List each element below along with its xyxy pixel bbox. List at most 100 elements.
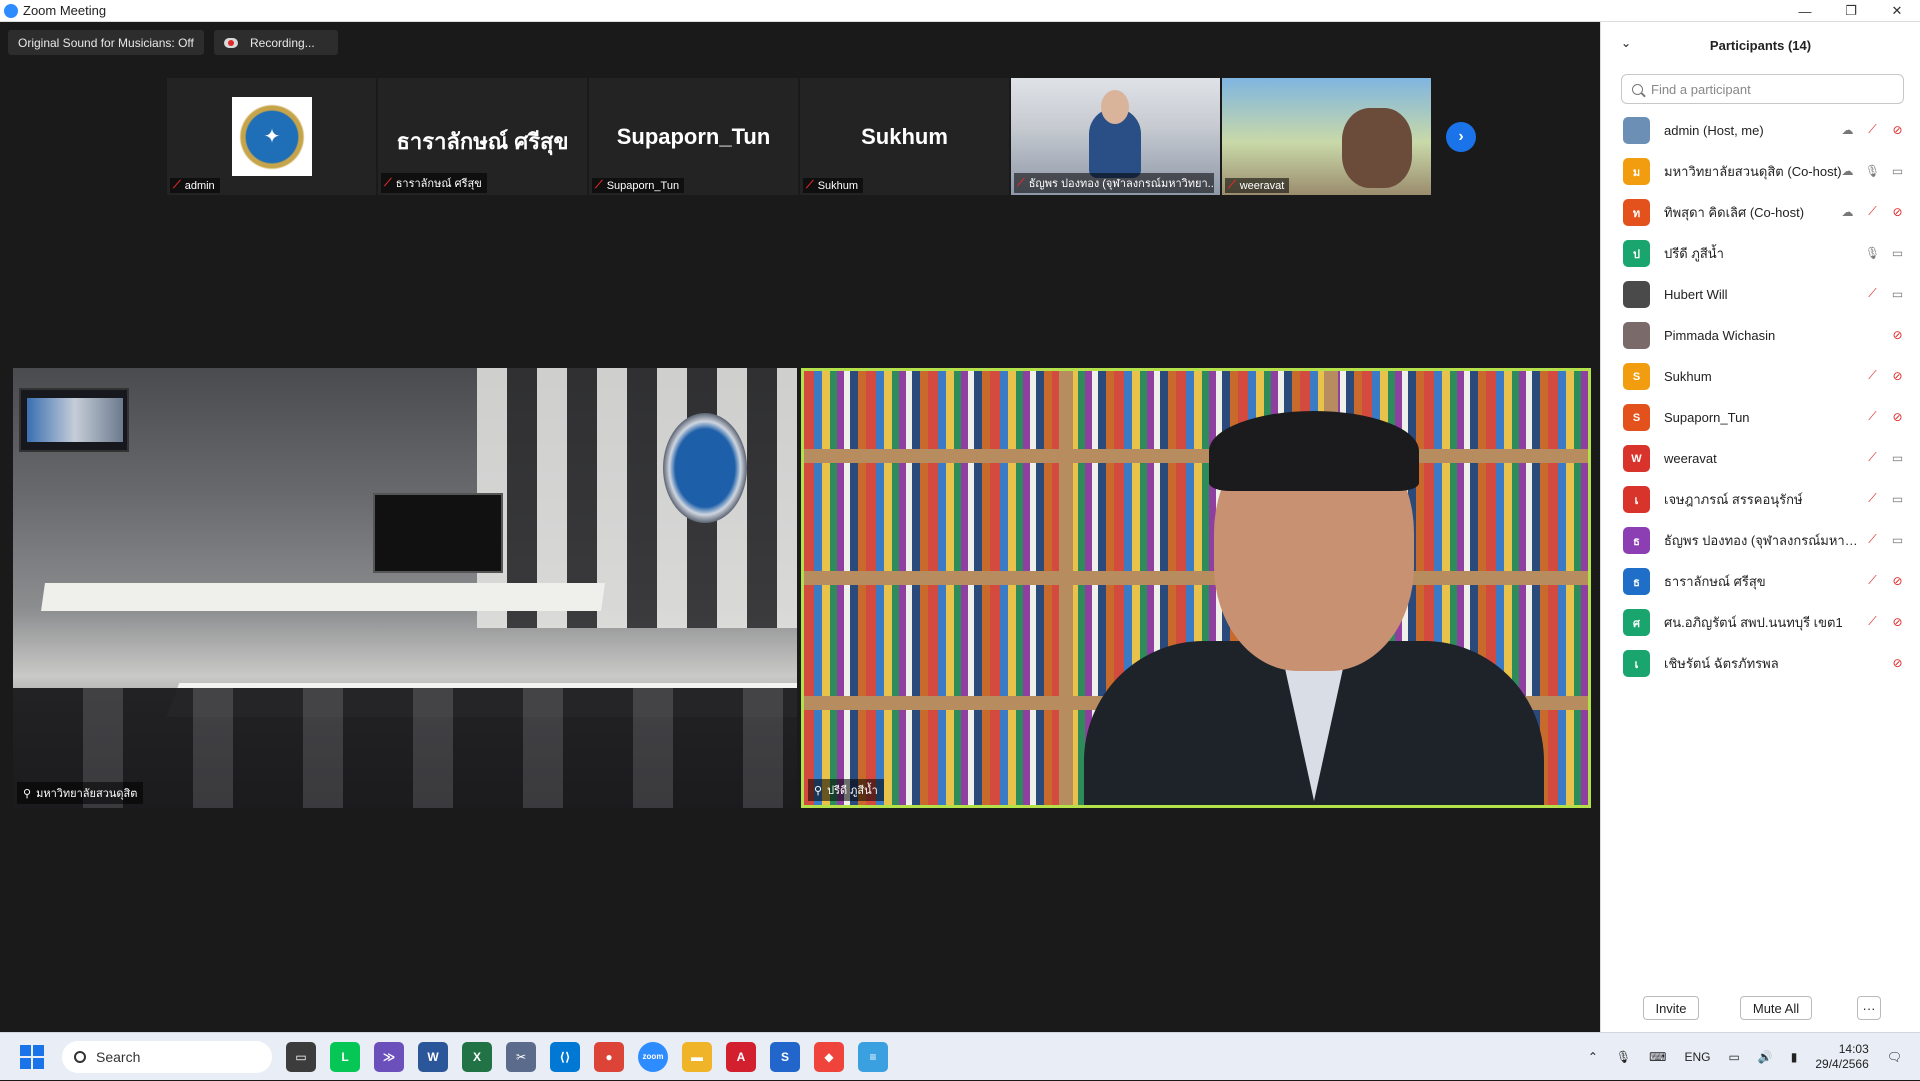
participant-row[interactable]: ศศน.อภิญรัตน์ สพป.นนทบุรี เขต1☁⟋⊘: [1601, 602, 1920, 643]
participants-panel: ⌄ Participants (14) Find a participant a…: [1600, 22, 1920, 1032]
speaker-figure: [1084, 401, 1544, 805]
zoom-icon[interactable]: zoom: [638, 1041, 668, 1072]
start-button[interactable]: [20, 1044, 44, 1069]
camera-icon[interactable]: ▭: [1889, 532, 1906, 547]
mic-muted-icon: ⟋: [595, 179, 603, 191]
strip-tile[interactable]: ⟋ weeravat: [1222, 78, 1431, 195]
minimize-button[interactable]: —: [1782, 0, 1828, 22]
mic-muted-icon[interactable]: ⟋: [1864, 450, 1881, 465]
mic-icon[interactable]: 🎙: [1864, 163, 1881, 178]
participant-row[interactable]: SSupaporn_Tun☁⟋⊘: [1601, 397, 1920, 438]
video-name: มหาวิทยาลัยสวนดุสิต: [36, 788, 138, 800]
task-view-icon[interactable]: ▭: [286, 1041, 316, 1072]
video-person-head: [1101, 90, 1129, 124]
strip-tile[interactable]: ธาราลักษณ์ ศรีสุข ⟋ ธาราลักษณ์ ศรีสุข: [378, 78, 587, 195]
anydesk-icon[interactable]: ◆: [814, 1041, 844, 1072]
participant-row[interactable]: ธธาราลักษณ์ ศรีสุข☁⟋⊘: [1601, 561, 1920, 602]
tile-display-name: ธาราลักษณ์ ศรีสุข: [396, 129, 569, 154]
notification-icon[interactable]: 🗨: [1887, 1050, 1902, 1064]
original-sound-button[interactable]: Original Sound for Musicians: Off: [8, 30, 204, 55]
keyboard-icon[interactable]: ⌨: [1649, 1050, 1666, 1064]
microphone-icon[interactable]: 🎙: [1616, 1050, 1631, 1064]
tile-display-name: Sukhum: [861, 124, 948, 149]
camera-icon[interactable]: ▭: [1889, 491, 1906, 506]
mic-muted-icon[interactable]: ⟋: [1864, 286, 1881, 301]
acrobat-icon[interactable]: A: [726, 1041, 756, 1072]
strip-tile[interactable]: Supaporn_Tun ⟋ Supaporn_Tun: [589, 78, 798, 195]
participant-row[interactable]: เเจษฎาภรณ์ สรรคอนุรักษ์☁⟋▭: [1601, 479, 1920, 520]
camera-icon[interactable]: ▭: [1889, 450, 1906, 465]
word-icon[interactable]: W: [418, 1041, 448, 1072]
camera-off-icon[interactable]: ⊘: [1889, 655, 1906, 670]
avatar: ธ: [1623, 568, 1650, 595]
recording-indicator[interactable]: Recording...: [214, 30, 338, 55]
participant-row[interactable]: SSukhum☁⟋⊘: [1601, 356, 1920, 397]
camera-off-icon[interactable]: ⊘: [1889, 409, 1906, 424]
battery-icon[interactable]: ▮: [1791, 1050, 1798, 1064]
mute-all-button[interactable]: Mute All: [1740, 996, 1812, 1020]
vscode-icon[interactable]: ⟨⟩: [550, 1041, 580, 1072]
display-icon[interactable]: ▭: [1728, 1050, 1739, 1064]
chevron-up-icon[interactable]: ⌃: [1588, 1050, 1598, 1064]
invite-button[interactable]: Invite: [1643, 996, 1699, 1020]
camera-off-icon[interactable]: ⊘: [1889, 122, 1906, 137]
excel-icon[interactable]: X: [462, 1041, 492, 1072]
camera-off-icon[interactable]: ⊘: [1889, 368, 1906, 383]
mic-icon[interactable]: 🎙: [1864, 245, 1881, 260]
notepad-icon[interactable]: ≡: [858, 1041, 888, 1072]
taskbar-search[interactable]: Search: [62, 1040, 272, 1073]
strip-tile[interactable]: ⟋ ธัญพร ปองทอง (จุฬาลงกรณ์มหาวิทยา...: [1011, 78, 1220, 195]
app-purple-icon[interactable]: ≫: [374, 1041, 404, 1072]
clock[interactable]: 14:03 29/4/2566: [1815, 1042, 1868, 1072]
recording-cloud-icon: ☁: [1841, 204, 1854, 219]
mic-muted-icon[interactable]: ⟋: [1864, 532, 1881, 547]
line-icon[interactable]: L: [330, 1041, 360, 1072]
camera-icon[interactable]: ▭: [1889, 245, 1906, 260]
video-tile-active-speaker[interactable]: ⚲ ปรีดี ภูสีน้ำ: [801, 368, 1591, 808]
camera-icon[interactable]: ▭: [1889, 286, 1906, 301]
mic-muted-icon[interactable]: ⟋: [1864, 122, 1881, 137]
avatar: W: [1623, 445, 1650, 472]
volume-icon[interactable]: 🔊: [1758, 1050, 1773, 1064]
mic-muted-icon: ⟋: [1228, 179, 1236, 191]
participant-search-input[interactable]: Find a participant: [1621, 74, 1904, 104]
mic-muted-icon[interactable]: ⟋: [1864, 409, 1881, 424]
strip-tile[interactable]: ✦ ⟋ admin: [167, 78, 376, 195]
camera-icon[interactable]: ▭: [1889, 163, 1906, 178]
explorer-icon[interactable]: ▬: [682, 1041, 712, 1072]
participant-row[interactable]: ธธัญพร ปองทอง (จุฬาลงกรณ์มหาวิทยา...☁⟋▭: [1601, 520, 1920, 561]
video-tile-room[interactable]: ⚲ มหาวิทยาลัยสวนดุสิต: [13, 368, 797, 808]
start-tile: [20, 1044, 31, 1056]
snip-icon[interactable]: ✂: [506, 1041, 536, 1072]
close-button[interactable]: ✕: [1874, 0, 1920, 22]
participant-row[interactable]: เเชิษรัตน์ ฉัตรภัทรพล☁🎙⊘: [1601, 643, 1920, 684]
participant-row[interactable]: Pimmada Wichasin☁🎙⊘: [1601, 315, 1920, 356]
mic-muted-icon: ⟋: [1017, 176, 1025, 189]
mic-muted-icon[interactable]: ⟋: [1864, 491, 1881, 506]
participant-row[interactable]: ท ทิพสุดา คิดเลิศ (Co-host) ☁ ⟋ ⊘: [1601, 192, 1920, 233]
participant-row[interactable]: Wweeravat☁⟋▭: [1601, 438, 1920, 479]
chrome-icon[interactable]: ●: [594, 1041, 624, 1072]
university-seal: [663, 413, 747, 523]
restore-button[interactable]: ❐: [1828, 0, 1874, 22]
mic-muted-icon[interactable]: ⟋: [1864, 573, 1881, 588]
strip-next-arrow-icon[interactable]: ›: [1446, 122, 1476, 152]
app-s-icon[interactable]: S: [770, 1041, 800, 1072]
participant-row[interactable]: ม มหาวิทยาลัยสวนดุสิต (Co-host) ☁ 🎙 ▭: [1601, 151, 1920, 192]
mic-muted-icon: ⟋: [384, 176, 392, 189]
language-indicator[interactable]: ENG: [1684, 1050, 1710, 1064]
camera-off-icon[interactable]: ⊘: [1889, 614, 1906, 629]
more-options-button[interactable]: ···: [1857, 996, 1881, 1020]
mic-muted-icon[interactable]: ⟋: [1864, 204, 1881, 219]
participant-row[interactable]: ปปรีดี ภูสีน้ำ☁🎙▭: [1601, 233, 1920, 274]
collapse-chevron-icon[interactable]: ⌄: [1621, 36, 1631, 50]
camera-off-icon[interactable]: ⊘: [1889, 573, 1906, 588]
participant-row[interactable]: Hubert Will☁⟋▭: [1601, 274, 1920, 315]
strip-tile[interactable]: Sukhum ⟋ Sukhum: [800, 78, 1009, 195]
mic-muted-icon[interactable]: ⟋: [1864, 368, 1881, 383]
camera-off-icon[interactable]: ⊘: [1889, 204, 1906, 219]
participant-row[interactable]: admin (Host, me) ☁ ⟋ ⊘: [1601, 110, 1920, 151]
camera-off-icon[interactable]: ⊘: [1889, 327, 1906, 342]
start-tile: [33, 1044, 44, 1056]
mic-muted-icon[interactable]: ⟋: [1864, 614, 1881, 629]
